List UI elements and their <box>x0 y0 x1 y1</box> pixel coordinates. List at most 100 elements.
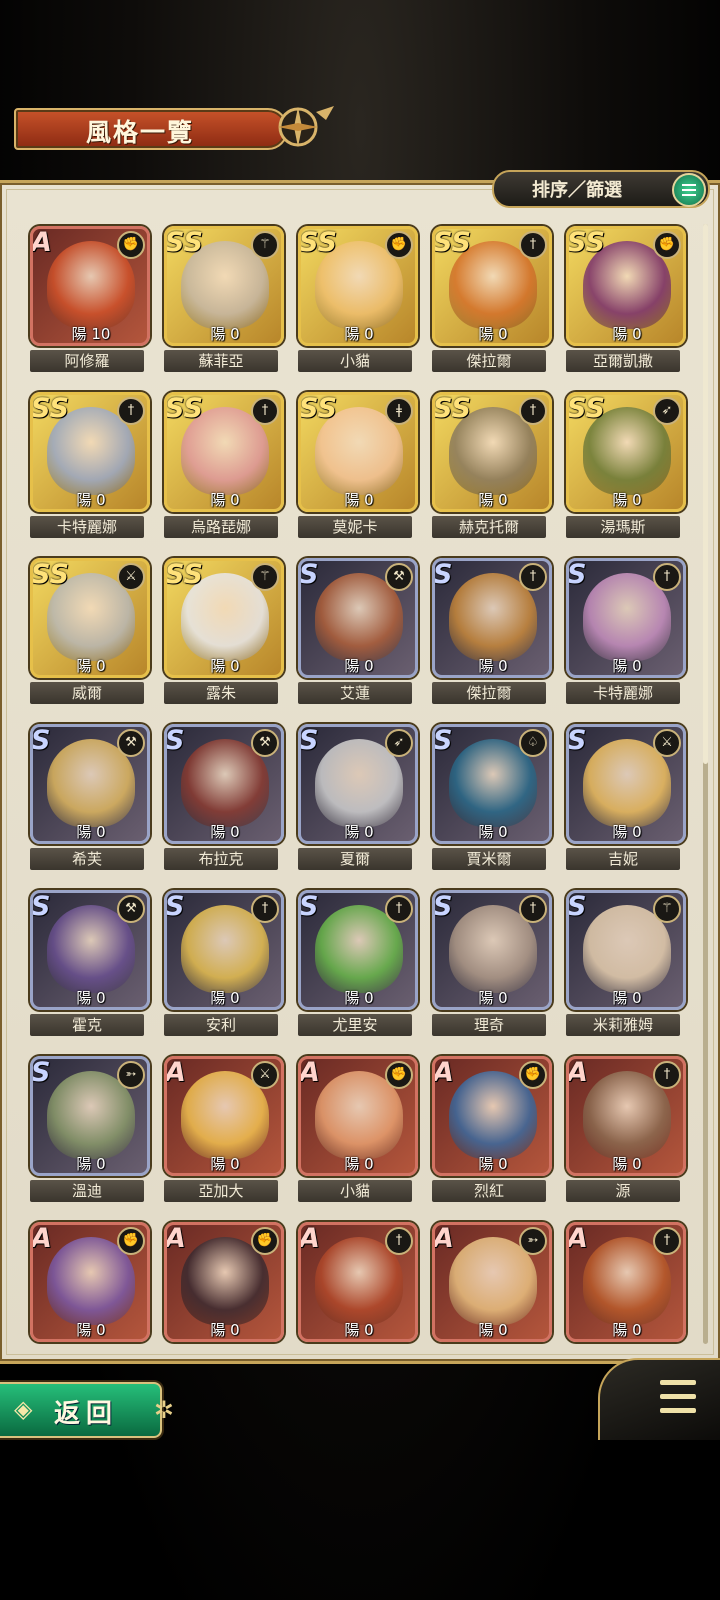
sword-icon: † <box>653 1227 681 1255</box>
style-card[interactable]: S † 陽 0 理奇 <box>426 884 552 1048</box>
style-card[interactable]: A ✊ 陽 0 <box>158 1216 284 1348</box>
style-card[interactable]: S ⚔ 陽 0 吉妮 <box>560 718 686 882</box>
gear-ornament-icon: ✲ <box>153 1396 174 1424</box>
rank-badge: A <box>31 1223 52 1254</box>
gauntlet-icon: ✊ <box>653 231 681 259</box>
style-level: 陽 0 <box>478 325 508 343</box>
style-card[interactable]: SS ǂ 陽 0 莫妮卡 <box>292 386 418 550</box>
style-card[interactable]: A ✊ 陽 10 阿修羅 <box>24 220 150 384</box>
character-name: 米莉雅姆 <box>566 1014 680 1036</box>
character-name: 理奇 <box>432 1014 546 1036</box>
style-portrait-frame: S † 陽 0 <box>566 558 686 678</box>
style-portrait-frame: A ⚔ 陽 0 <box>164 1056 284 1176</box>
axe-icon: ⚒ <box>385 563 413 591</box>
character-name: 傑拉爾 <box>432 682 546 704</box>
sword-icon: † <box>519 895 547 923</box>
style-card[interactable]: S ♤ 陽 0 賈米爾 <box>426 718 552 882</box>
style-card[interactable]: S ➶ 陽 0 夏爾 <box>292 718 418 882</box>
style-card[interactable]: S ⚚ 陽 0 米莉雅姆 <box>560 884 686 1048</box>
rapier-icon: ǂ <box>385 397 413 425</box>
rank-badge: A <box>31 227 52 258</box>
style-card[interactable]: A ✊ 陽 0 小貓 <box>292 1050 418 1214</box>
character-name: 布拉克 <box>164 848 278 870</box>
style-card[interactable]: SS † 陽 0 卡特麗娜 <box>24 386 150 550</box>
scrollbar-thumb[interactable] <box>703 224 708 764</box>
style-card[interactable]: S ⚒ 陽 0 霍克 <box>24 884 150 1048</box>
rank-badge: S <box>567 725 587 756</box>
scrollbar[interactable] <box>703 224 708 1344</box>
staff-icon: ⚚ <box>251 563 279 591</box>
character-name: 烈紅 <box>432 1180 546 1202</box>
character-name: 阿修羅 <box>30 350 144 372</box>
sort-filter-label: 排序／篩選 <box>532 180 622 201</box>
style-card[interactable]: A ✊ 陽 0 <box>24 1216 150 1348</box>
rank-badge: SS <box>433 227 471 258</box>
rank-badge: SS <box>433 393 471 424</box>
style-card[interactable]: S ⚒ 陽 0 希芙 <box>24 718 150 882</box>
style-card[interactable]: A ⚔ 陽 0 亞加大 <box>158 1050 284 1214</box>
back-button[interactable]: ◈ 返回 ✲ <box>0 1382 174 1438</box>
style-card[interactable]: SS ➶ 陽 0 湯瑪斯 <box>560 386 686 550</box>
style-card[interactable]: A † 陽 0 源 <box>560 1050 686 1214</box>
style-card[interactable]: S † 陽 0 傑拉爾 <box>426 552 552 716</box>
rank-badge: S <box>31 725 51 756</box>
gauntlet-icon: ✊ <box>251 1227 279 1255</box>
style-card[interactable]: A ✊ 陽 0 烈紅 <box>426 1050 552 1214</box>
style-card[interactable]: S † 陽 0 尤里安 <box>292 884 418 1048</box>
sort-filter-button[interactable]: 排序／篩選 <box>492 170 710 208</box>
character-name: 卡特麗娜 <box>30 516 144 538</box>
character-name: 霍克 <box>30 1014 144 1036</box>
rank-badge: SS <box>31 559 69 590</box>
axe-icon: ⚒ <box>251 729 279 757</box>
style-level: 陽 0 <box>612 823 642 841</box>
style-card[interactable]: SS ⚚ 陽 0 露朱 <box>158 552 284 716</box>
style-level: 陽 0 <box>344 657 374 675</box>
style-level: 陽 0 <box>344 491 374 509</box>
style-card[interactable]: S † 陽 0 安利 <box>158 884 284 1048</box>
style-card[interactable]: A † 陽 0 <box>292 1216 418 1348</box>
style-level: 陽 0 <box>478 1155 508 1173</box>
style-level: 陽 0 <box>76 1321 106 1339</box>
character-name: 露朱 <box>164 682 278 704</box>
sword-icon: † <box>385 1227 413 1255</box>
gauntlet-icon: ✊ <box>385 231 413 259</box>
filter-menu-icon <box>672 173 706 207</box>
rank-badge: A <box>567 1223 588 1254</box>
style-level: 陽 0 <box>344 1321 374 1339</box>
screen-title-tab: 風格一覽 <box>0 106 340 150</box>
style-card[interactable]: S † 陽 0 卡特麗娜 <box>560 552 686 716</box>
style-card[interactable]: SS † 陽 0 赫克托爾 <box>426 386 552 550</box>
rank-badge: SS <box>165 227 203 258</box>
style-level: 陽 10 <box>71 325 111 343</box>
sword-icon: † <box>251 397 279 425</box>
character-name: 烏路琵娜 <box>164 516 278 538</box>
style-card[interactable]: S ➳ 陽 0 溫迪 <box>24 1050 150 1214</box>
style-portrait-frame: S ➳ 陽 0 <box>30 1056 150 1176</box>
style-portrait-frame: SS ⚔ 陽 0 <box>30 558 150 678</box>
style-card[interactable]: SS ⚚ 陽 0 蘇菲亞 <box>158 220 284 384</box>
style-card[interactable]: SS ⚔ 陽 0 威爾 <box>24 552 150 716</box>
style-card[interactable]: SS † 陽 0 傑拉爾 <box>426 220 552 384</box>
style-card[interactable]: A † 陽 0 <box>560 1216 686 1348</box>
style-card[interactable]: A ➳ 陽 0 <box>426 1216 552 1348</box>
character-name: 傑拉爾 <box>432 350 546 372</box>
style-portrait-frame: S † 陽 0 <box>164 890 284 1010</box>
character-name: 赫克托爾 <box>432 516 546 538</box>
style-card[interactable]: SS ✊ 陽 0 小貓 <box>292 220 418 384</box>
rank-badge: SS <box>299 227 337 258</box>
hamburger-menu-icon <box>660 1380 696 1416</box>
style-card[interactable]: SS † 陽 0 烏路琵娜 <box>158 386 284 550</box>
style-portrait-frame: A † 陽 0 <box>566 1056 686 1176</box>
gauntlet-icon: ✊ <box>385 1061 413 1089</box>
character-name: 威爾 <box>30 682 144 704</box>
style-card[interactable]: S ⚒ 陽 0 布拉克 <box>158 718 284 882</box>
style-card[interactable]: S ⚒ 陽 0 艾蓮 <box>292 552 418 716</box>
style-card[interactable]: SS ✊ 陽 0 亞爾凱撒 <box>560 220 686 384</box>
style-level: 陽 0 <box>76 657 106 675</box>
style-level: 陽 0 <box>210 657 240 675</box>
style-level: 陽 0 <box>612 491 642 509</box>
rank-badge: S <box>299 725 319 756</box>
rank-badge: A <box>433 1223 454 1254</box>
style-portrait-frame: SS ǂ 陽 0 <box>298 392 418 512</box>
main-menu-button[interactable] <box>598 1358 720 1440</box>
